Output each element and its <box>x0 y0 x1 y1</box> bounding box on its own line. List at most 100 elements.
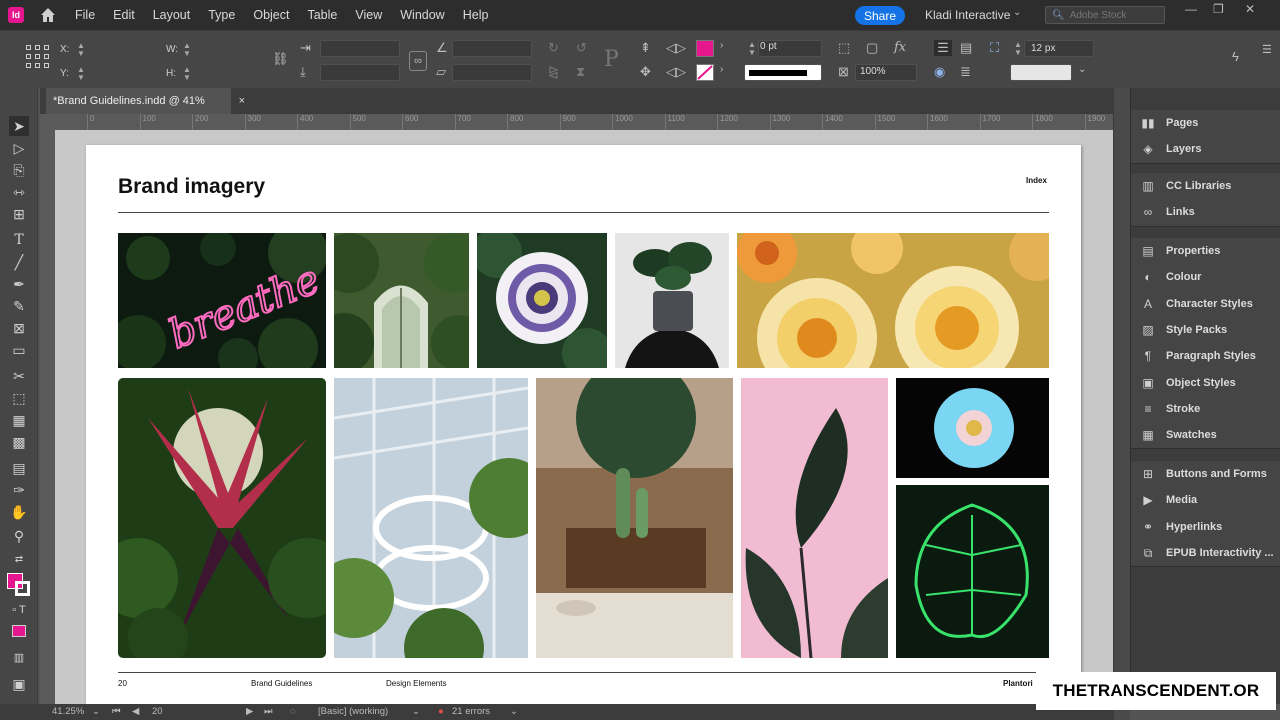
panel-item-buttons-forms[interactable]: ⊞ Buttons and Forms <box>1131 461 1280 487</box>
preflight-errors[interactable]: 21 errors <box>452 706 490 717</box>
control-bar-menu-icon[interactable]: ☰ <box>1262 43 1272 56</box>
flip-vertical-icon[interactable]: ⧗ <box>576 64 585 80</box>
page-tool-icon[interactable]: ⎘ <box>9 160 29 180</box>
zoom-tool-icon[interactable]: ⚲ <box>9 526 29 546</box>
eyedropper-tool-icon[interactable]: ✑ <box>9 480 29 500</box>
close-tab-icon[interactable]: × <box>239 95 245 107</box>
menu-object[interactable]: Object <box>244 0 298 30</box>
scissors-tool-icon[interactable]: ✂ <box>9 366 29 386</box>
menu-table[interactable]: Table <box>298 0 346 30</box>
rectangle-frame-tool-icon[interactable]: ⊠ <box>9 318 29 338</box>
panel-item-links[interactable]: ∞ Links <box>1131 199 1280 225</box>
menu-view[interactable]: View <box>346 0 391 30</box>
formatting-affects-text-icon[interactable]: ▫ T <box>9 600 29 620</box>
content-collector-icon[interactable]: ⊞ <box>9 204 29 224</box>
horizontal-ruler[interactable]: 0 100 200 300 400 500 600 700 800 900 1000 1100 1200… <box>55 114 1113 130</box>
passion-flower-image[interactable] <box>477 233 607 368</box>
vertical-ruler[interactable] <box>40 114 55 704</box>
preview-mode-icon[interactable]: ▣ <box>9 674 29 694</box>
org-switcher[interactable]: Kladi Interactive <box>925 8 1010 22</box>
open-page-icon[interactable]: ◌ <box>290 706 296 717</box>
gradient-swatch-tool-icon[interactable]: ▦ <box>9 410 29 430</box>
menu-edit[interactable]: Edit <box>104 0 144 30</box>
menu-window[interactable]: Window <box>391 0 453 30</box>
footer-brand[interactable]: Plantori <box>1003 679 1033 688</box>
fill-menu-chevron-icon[interactable]: › <box>720 40 723 51</box>
rubber-plant-pink-image[interactable] <box>741 378 888 658</box>
constrain-link-icon[interactable]: ⛓ <box>272 51 289 67</box>
pen-tool-icon[interactable]: ✒ <box>9 274 29 294</box>
menu-help[interactable]: Help <box>454 0 498 30</box>
profile-chevron-icon[interactable]: ⌄ <box>412 706 420 717</box>
panel-item-object-styles[interactable]: ▣ Object Styles <box>1131 369 1280 395</box>
select-previous-icon[interactable]: ◁▷ <box>666 40 686 56</box>
stroke-menu-chevron-icon[interactable]: › <box>720 64 723 75</box>
text-wrap-bounding-icon[interactable]: ▤ <box>960 40 972 56</box>
zoom-level[interactable]: 41.25% <box>52 706 84 717</box>
minimize-icon[interactable]: — <box>1185 2 1197 16</box>
y-stepper[interactable]: ▲ ▼ <box>77 66 85 82</box>
person-holding-plant-image[interactable] <box>615 233 729 368</box>
select-next-icon[interactable]: ◁▷ <box>666 64 686 80</box>
free-transform-tool-icon[interactable]: ⬚ <box>9 388 29 408</box>
menu-type[interactable]: Type <box>199 0 244 30</box>
select-container-icon[interactable]: ⇞ <box>640 40 651 56</box>
zoom-chevron-icon[interactable]: ⌄ <box>92 706 100 717</box>
rotate-cw-icon[interactable]: ↻ <box>548 40 559 56</box>
stroke-swatch[interactable] <box>15 581 30 596</box>
panel-item-paragraph-styles[interactable]: ¶ Paragraph Styles <box>1131 343 1280 369</box>
spiral-staircase-image[interactable] <box>334 378 528 658</box>
neon-breathe-image[interactable]: breathe <box>118 233 326 368</box>
shear-field[interactable] <box>452 64 532 81</box>
screen-mode-icon[interactable]: ▥ <box>9 648 29 668</box>
object-style-select[interactable] <box>1010 64 1072 81</box>
page-number-field[interactable]: 20 <box>152 706 163 717</box>
note-tool-icon[interactable]: ▤ <box>9 458 29 478</box>
panel-item-cc-libraries[interactable]: ▥ CC Libraries <box>1131 173 1280 199</box>
scale-x-field[interactable] <box>320 40 400 57</box>
stroke-color-swatch[interactable] <box>696 64 714 81</box>
hand-tool-icon[interactable]: ✋ <box>9 502 29 522</box>
tropical-plant-image[interactable] <box>118 378 326 658</box>
h-stepper[interactable]: ▲ ▼ <box>183 66 191 82</box>
type-tool-icon[interactable]: T <box>9 230 29 250</box>
stroke-weight-stepper[interactable]: ▲ ▼ <box>748 41 756 57</box>
panel-item-swatches[interactable]: ▦ Swatches <box>1131 422 1280 448</box>
blue-flower-image[interactable] <box>896 378 1049 478</box>
select-content-icon[interactable]: ✥ <box>640 64 651 80</box>
adobe-stock-search[interactable]: 🔍︎ Adobe Stock <box>1045 6 1165 24</box>
text-wrap-none-icon[interactable]: ☰ <box>934 40 952 56</box>
quick-apply-icon[interactable]: ϟ <box>1232 49 1239 64</box>
chevron-down-icon[interactable]: ⌄ <box>1013 7 1021 18</box>
align-to-selection-icon[interactable]: ◉ <box>934 64 945 80</box>
pencil-tool-icon[interactable]: ✎ <box>9 296 29 316</box>
flip-horizontal-icon[interactable]: ⧎ <box>548 64 559 80</box>
cactus-chair-image[interactable] <box>536 378 733 658</box>
greenhouse-arches-image[interactable] <box>334 233 469 368</box>
rectangle-tool-icon[interactable]: ▭ <box>9 340 29 360</box>
distribute-icon[interactable]: ≣ <box>960 64 971 80</box>
neon-monstera-image[interactable] <box>896 485 1049 658</box>
footer-doc-name[interactable]: Brand Guidelines <box>251 679 312 688</box>
object-style-chevron-icon[interactable]: ⌄ <box>1078 64 1086 75</box>
direct-selection-tool-icon[interactable]: ▷ <box>9 138 29 158</box>
previous-page-icon[interactable]: ◀ <box>132 706 139 717</box>
fit-content-icon[interactable]: ▢ <box>866 40 878 56</box>
scale-y-field[interactable] <box>320 64 400 81</box>
document-tab[interactable]: *Brand Guidelines.indd @ 41% × <box>46 88 245 114</box>
index-label[interactable]: Index <box>1026 176 1047 185</box>
swap-colors-icon[interactable]: ⇄ <box>9 550 29 570</box>
panel-item-colour[interactable]: ◐ Colour <box>1131 264 1280 290</box>
yellow-flowers-image[interactable] <box>737 233 1049 368</box>
last-page-icon[interactable]: ⏭ <box>264 706 273 717</box>
selection-tool-icon[interactable]: ➤ <box>9 116 29 136</box>
footer-page-number[interactable]: 20 <box>118 679 127 688</box>
link-proportions-icon[interactable]: ∞ <box>409 51 427 71</box>
panel-item-epub-interactivity[interactable]: ⧉ EPUB Interactivity ... <box>1131 540 1280 566</box>
rotation-field[interactable] <box>452 40 532 57</box>
fill-color-swatch[interactable] <box>696 40 714 57</box>
apply-color-icon[interactable] <box>9 622 29 642</box>
auto-fit-icon[interactable]: ⛶ <box>990 40 999 56</box>
restore-icon[interactable]: ❐ <box>1213 2 1224 16</box>
share-button[interactable]: Share <box>855 6 905 25</box>
